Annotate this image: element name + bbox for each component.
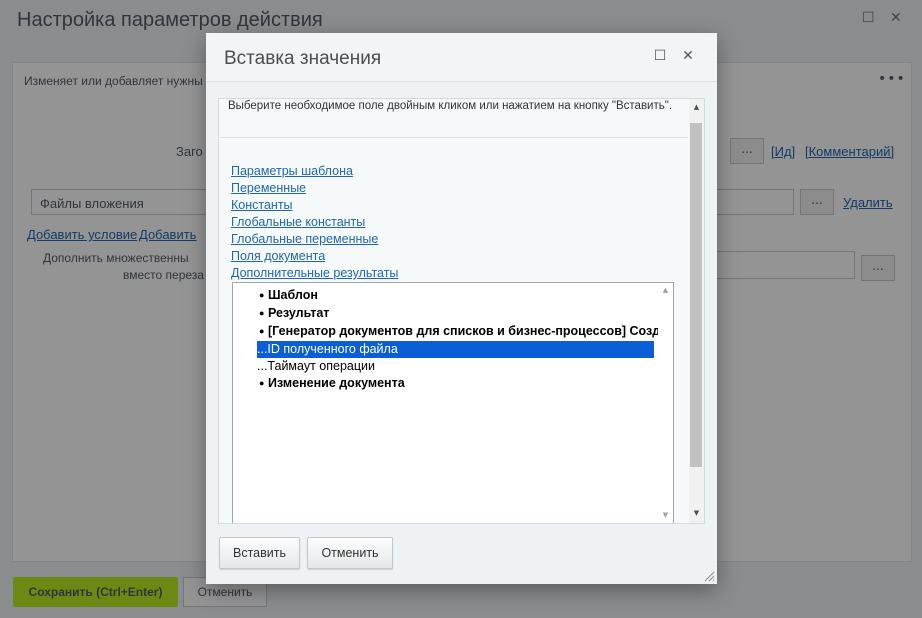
bullet-icon: ● (259, 290, 265, 300)
scroll-up-icon[interactable]: ▲ (689, 103, 704, 111)
bullet-icon: ● (259, 326, 265, 336)
field-tree[interactable]: ● Шаблон ● Результат ● [Генератор докуме… (232, 282, 674, 523)
dialog-maximize-icon[interactable]: ☐ (652, 48, 668, 64)
body-scrollbar[interactable]: ▲ ▼ (689, 99, 704, 523)
category-links: Параметры шаблона Переменные Константы Г… (231, 163, 398, 282)
link-variables[interactable]: Переменные (231, 180, 398, 197)
resize-handle-icon[interactable] (703, 570, 715, 582)
link-document-fields[interactable]: Поля документа (231, 248, 398, 265)
dialog-body: Выберите необходимое поле двойным кликом… (218, 98, 705, 524)
dialog-title: Вставка значения (224, 48, 382, 69)
tree-scrollbar[interactable]: ▲ ▼ (658, 283, 673, 523)
dialog-header: Вставка значения ☐ ✕ (206, 33, 717, 82)
instruction-text: Выберите необходимое поле двойным кликом… (228, 100, 673, 112)
tree-item[interactable]: ...Таймаут операции (257, 358, 375, 375)
separator (220, 137, 688, 138)
link-global-constants[interactable]: Глобальные константы (231, 214, 398, 231)
cancel-button[interactable]: Отменить (307, 537, 393, 569)
insert-button[interactable]: Вставить (219, 537, 300, 569)
link-template-params[interactable]: Параметры шаблона (231, 163, 398, 180)
bullet-icon: ● (259, 308, 265, 318)
bullet-icon: ● (259, 378, 265, 388)
insert-value-dialog: Вставка значения ☐ ✕ Выберите необходимо… (206, 33, 717, 584)
tree-item-selected[interactable]: ...ID полученного файла (257, 341, 654, 358)
scroll-down-icon[interactable]: ▼ (689, 509, 704, 517)
link-additional-results[interactable]: Дополнительные результаты (231, 265, 398, 282)
link-global-variables[interactable]: Глобальные переменные (231, 231, 398, 248)
dialog-close-icon[interactable]: ✕ (680, 48, 696, 64)
link-constants[interactable]: Константы (231, 197, 398, 214)
scroll-down-icon[interactable]: ▼ (658, 511, 673, 519)
scroll-up-icon[interactable]: ▲ (658, 286, 673, 294)
scrollbar-thumb[interactable] (690, 123, 702, 467)
